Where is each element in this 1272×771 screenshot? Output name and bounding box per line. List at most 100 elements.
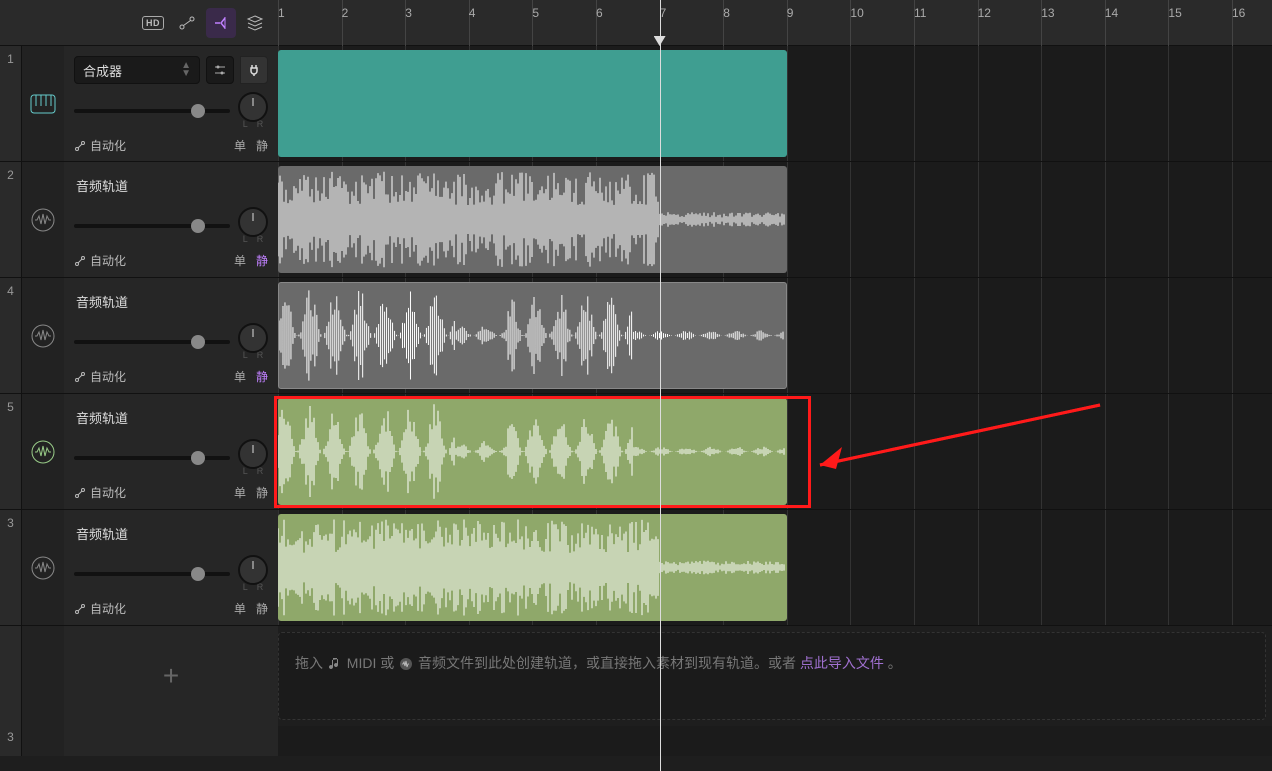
dropzone-lane[interactable]: 拖入 MIDI 或 音频文件到此处创建轨道，或直接拖入素材到现有轨道。或者 点此… — [278, 632, 1266, 720]
gutter-icon-col — [22, 626, 64, 726]
mute-button[interactable]: 静 — [256, 600, 268, 617]
instrument-select[interactable]: 合成器▲▼ — [74, 56, 200, 84]
track-number[interactable]: 1 — [0, 46, 22, 161]
volume-slider[interactable] — [74, 340, 230, 344]
ruler-label: 15 — [1168, 6, 1181, 20]
add-track-button[interactable]: + — [163, 660, 179, 692]
ruler-label: 7 — [660, 6, 667, 20]
track-header: 合成器▲▼L R自动化单静 — [64, 46, 278, 161]
track-header: 音频轨道L R自动化单静 — [64, 278, 278, 393]
piano-icon[interactable] — [22, 46, 64, 161]
track-lane[interactable] — [278, 394, 1272, 509]
track-name[interactable]: 音频轨道 — [74, 520, 130, 547]
mute-button[interactable]: 静 — [256, 137, 268, 154]
track-row: 1合成器▲▼L R自动化单静 — [0, 46, 1272, 162]
audio-clip[interactable] — [278, 282, 787, 389]
top-toolbar: HD 12345678910111213141516 — [0, 0, 1272, 46]
track-name[interactable]: 音频轨道 — [74, 404, 130, 431]
ruler-label: 5 — [532, 6, 539, 20]
waveform-icon[interactable] — [22, 162, 64, 277]
note-icon — [327, 656, 343, 672]
dropzone-row: + 拖入 MIDI 或 音频文件到此处创建轨道，或直接拖入素材到现有轨道。或者 … — [0, 626, 1272, 726]
timeline-ruler[interactable]: 12345678910111213141516 — [278, 0, 1272, 45]
automation-button[interactable]: 自动化 — [74, 600, 126, 617]
waveform-icon[interactable] — [22, 510, 64, 625]
track-lane[interactable] — [278, 510, 1272, 625]
volume-slider[interactable] — [74, 224, 230, 228]
volume-slider[interactable] — [74, 456, 230, 460]
plug-icon[interactable] — [240, 56, 268, 84]
track-row: 5音频轨道L R自动化单静 — [0, 394, 1272, 510]
ruler-label: 2 — [342, 6, 349, 20]
ruler-label: 13 — [1041, 6, 1054, 20]
waveform — [278, 514, 787, 621]
track-name[interactable]: 音频轨道 — [74, 288, 130, 315]
mute-button[interactable]: 静 — [256, 368, 268, 385]
ruler-label: 10 — [850, 6, 863, 20]
volume-slider[interactable] — [74, 109, 230, 113]
track-name[interactable]: 音频轨道 — [74, 172, 130, 199]
track-lane[interactable] — [278, 46, 1272, 161]
ruler-label: 12 — [978, 6, 991, 20]
hd-button[interactable]: HD — [138, 8, 168, 38]
mute-button[interactable]: 静 — [256, 484, 268, 501]
ruler-label: 3 — [405, 6, 412, 20]
bottom-row: 3 — [0, 726, 1272, 756]
track-lane[interactable] — [278, 162, 1272, 277]
ruler-label: 11 — [914, 6, 926, 20]
track-number[interactable]: 5 — [0, 394, 22, 509]
pan-knob[interactable] — [238, 207, 268, 237]
audio-clip[interactable] — [278, 514, 787, 621]
waveform-icon[interactable] — [22, 278, 64, 393]
volume-slider[interactable] — [74, 572, 230, 576]
track-number[interactable]: 3 — [0, 510, 22, 625]
empty-lane[interactable] — [278, 726, 1272, 756]
snap-tool-icon[interactable] — [206, 8, 236, 38]
ruler-label: 8 — [723, 6, 730, 20]
automation-tool-icon[interactable] — [172, 8, 202, 38]
solo-button[interactable]: 单 — [234, 368, 246, 385]
track-header: 音频轨道L R自动化单静 — [64, 510, 278, 625]
automation-icon — [74, 255, 86, 267]
pan-knob[interactable] — [238, 323, 268, 353]
audio-clip[interactable] — [278, 166, 787, 273]
waveform — [278, 398, 787, 505]
midi-clip[interactable] — [278, 50, 787, 157]
track-lane[interactable] — [278, 278, 1272, 393]
automation-button[interactable]: 自动化 — [74, 252, 126, 269]
solo-button[interactable]: 单 — [234, 600, 246, 617]
playhead[interactable] — [660, 0, 661, 771]
waveform — [278, 166, 787, 273]
automation-button[interactable]: 自动化 — [74, 368, 126, 385]
track-header: 音频轨道L R自动化单静 — [64, 394, 278, 509]
ruler-label: 4 — [469, 6, 476, 20]
solo-button[interactable]: 单 — [234, 252, 246, 269]
ruler-label: 9 — [787, 6, 794, 20]
waveform-icon[interactable] — [22, 394, 64, 509]
track-row: 4音频轨道L R自动化单静 — [0, 278, 1272, 394]
ruler-label: 16 — [1232, 6, 1245, 20]
ruler-label: 6 — [596, 6, 603, 20]
solo-button[interactable]: 单 — [234, 137, 246, 154]
automation-icon — [74, 487, 86, 499]
layers-tool-icon[interactable] — [240, 8, 270, 38]
dropzone-text: 拖入 — [295, 655, 327, 671]
pan-knob[interactable] — [238, 555, 268, 585]
gutter-number: 3 — [0, 726, 22, 756]
mute-button[interactable]: 静 — [256, 252, 268, 269]
track-number[interactable]: 4 — [0, 278, 22, 393]
automation-icon — [74, 371, 86, 383]
solo-button[interactable]: 单 — [234, 484, 246, 501]
automation-button[interactable]: 自动化 — [74, 137, 126, 154]
ruler-label: 14 — [1105, 6, 1118, 20]
track-number[interactable]: 2 — [0, 162, 22, 277]
gutter — [0, 626, 22, 726]
track-row: 3音频轨道L R自动化单静 — [0, 510, 1272, 626]
automation-button[interactable]: 自动化 — [74, 484, 126, 501]
pan-knob[interactable] — [238, 92, 268, 122]
waveform — [279, 283, 786, 388]
import-file-link[interactable]: 点此导入文件 — [800, 655, 884, 671]
pan-knob[interactable] — [238, 439, 268, 469]
fx-settings-icon[interactable] — [206, 56, 234, 84]
audio-clip[interactable] — [278, 398, 787, 505]
